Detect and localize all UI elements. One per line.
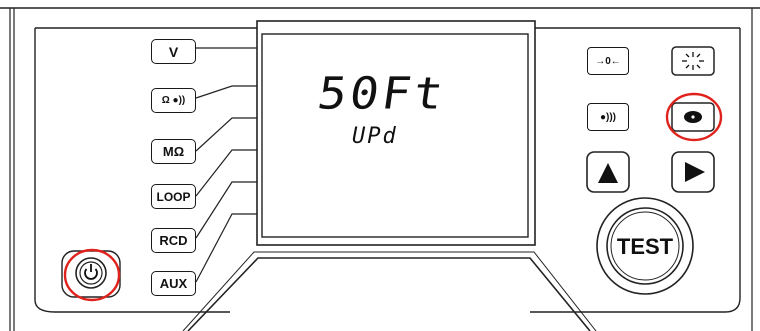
- continuity-button[interactable]: Ω ●)): [151, 88, 196, 113]
- continuity-button-label: Ω ●)): [161, 95, 186, 106]
- up-arrow-button[interactable]: [586, 151, 630, 193]
- buzzer-button[interactable]: ●))): [587, 103, 629, 131]
- loop-button[interactable]: LOOP: [151, 184, 196, 209]
- insulation-button[interactable]: MΩ: [151, 139, 196, 164]
- voltage-button[interactable]: V: [151, 39, 196, 64]
- zero-button-label: →0←: [595, 55, 621, 67]
- zero-button[interactable]: →0←: [587, 47, 629, 75]
- right-arrow-button[interactable]: [671, 151, 715, 193]
- lcd-main-text: 50Ft: [314, 68, 450, 120]
- instrument-panel: [0, 7, 760, 331]
- aux-button[interactable]: AUX: [151, 271, 196, 296]
- lcd-sub-text: UPd: [352, 124, 398, 149]
- voltage-button-label: V: [168, 43, 179, 60]
- backlight-button[interactable]: [671, 46, 715, 76]
- record-button[interactable]: [671, 102, 715, 132]
- insulation-button-label: MΩ: [162, 144, 185, 159]
- buzzer-button-label: ●))): [599, 111, 617, 123]
- test-button-label: TEST: [616, 234, 674, 259]
- rcd-button-label: RCD: [159, 233, 188, 248]
- aux-button-label: AUX: [159, 276, 188, 291]
- loop-button-label: LOOP: [156, 189, 191, 204]
- rcd-button[interactable]: RCD: [151, 228, 196, 253]
